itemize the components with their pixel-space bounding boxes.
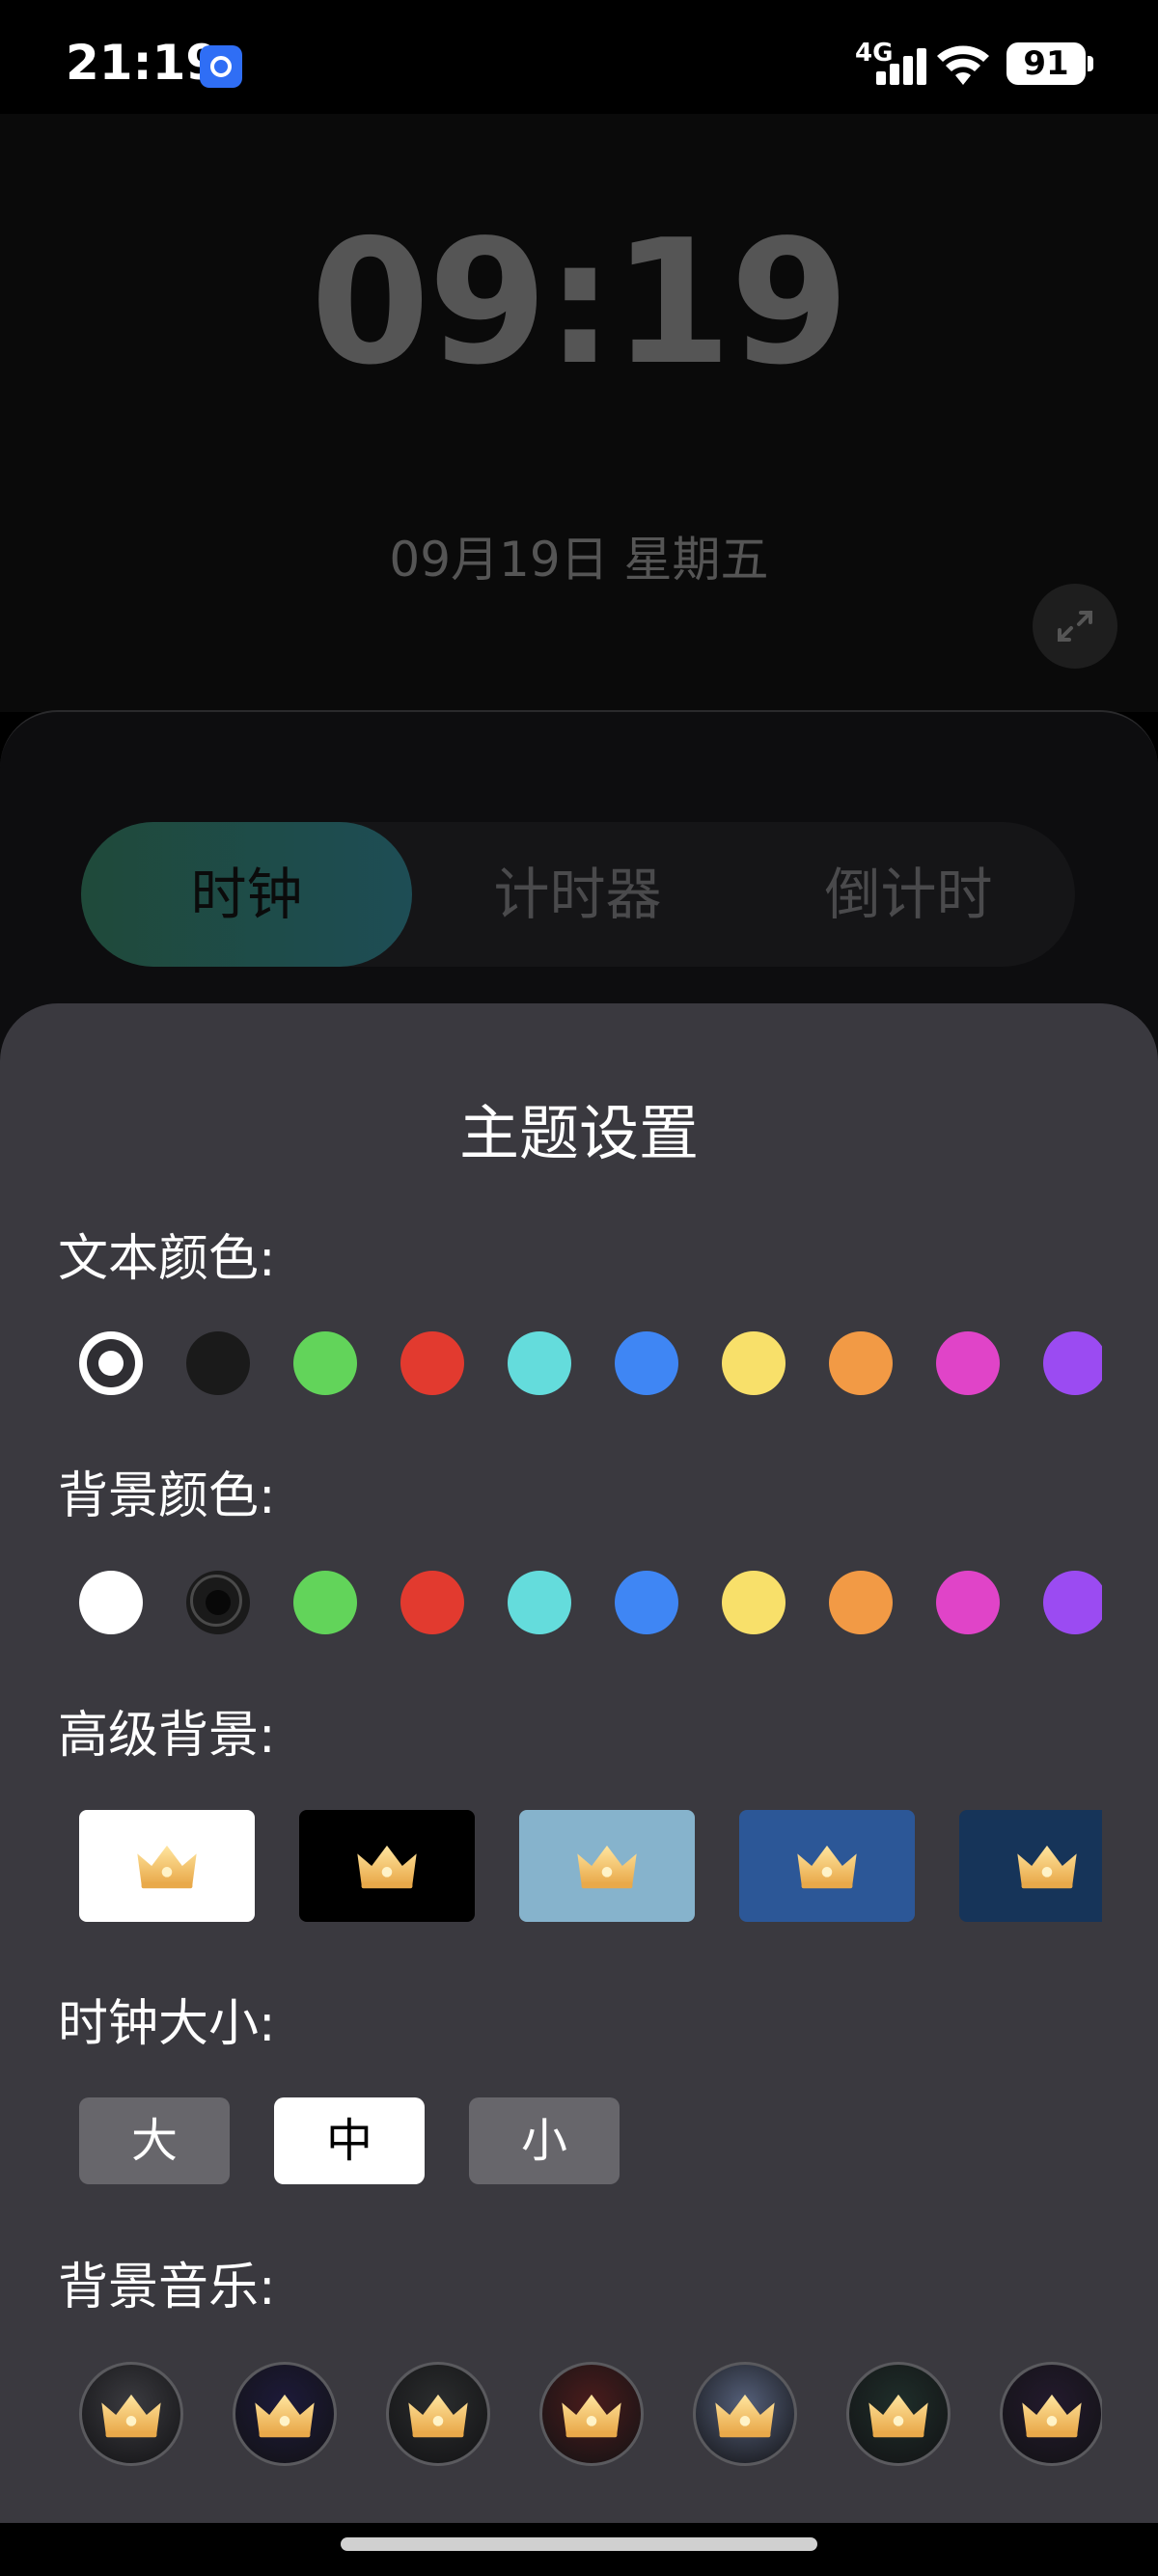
advanced-bg-label: 高级背景: <box>58 1707 276 1765</box>
text-color-label: 文本颜色: <box>58 1230 276 1288</box>
text-color-swatch[interactable] <box>79 1331 143 1395</box>
bg-music-row <box>79 2362 1102 2472</box>
music-track-option[interactable] <box>386 2362 490 2466</box>
status-bar: 21:19 4G 91 <box>0 0 1158 114</box>
crown-icon <box>255 2394 315 2438</box>
bg-color-swatch[interactable] <box>79 1571 143 1634</box>
crown-icon <box>357 1845 417 1889</box>
crown-icon <box>1022 2394 1082 2438</box>
text-color-row <box>79 1331 1102 1397</box>
text-color-swatch[interactable] <box>936 1331 1000 1395</box>
bg-color-swatch[interactable] <box>293 1571 357 1634</box>
size-medium-button[interactable]: 中 <box>274 2097 425 2184</box>
bg-color-swatch[interactable] <box>508 1571 571 1634</box>
advanced-bg-option[interactable] <box>519 1810 695 1922</box>
crown-icon <box>408 2394 468 2438</box>
text-color-swatch[interactable] <box>722 1331 786 1395</box>
crown-icon <box>715 2394 775 2438</box>
tab-clock[interactable]: 时钟 <box>81 822 412 967</box>
text-color-swatch[interactable] <box>293 1331 357 1395</box>
text-color-swatch[interactable] <box>400 1331 464 1395</box>
text-color-swatch[interactable] <box>829 1331 893 1395</box>
bg-music-label: 背景音乐: <box>58 2259 276 2316</box>
crown-icon <box>577 1845 637 1889</box>
mode-tabs: 时钟 计时器 倒计时 <box>81 822 1075 967</box>
clock-size-row: 大 中 小 <box>79 2097 658 2184</box>
expand-icon <box>1058 611 1092 642</box>
text-color-swatch[interactable] <box>1043 1331 1102 1395</box>
bg-color-swatch[interactable] <box>186 1571 250 1634</box>
music-track-option[interactable] <box>846 2362 951 2466</box>
clock-time: 09:19 <box>310 203 850 402</box>
bg-color-swatch[interactable] <box>1043 1571 1102 1634</box>
clock-date: 09月19日 星期五 <box>389 532 769 588</box>
advanced-bg-option[interactable] <box>959 1810 1102 1922</box>
music-track-option[interactable] <box>539 2362 644 2466</box>
tab-countdown[interactable]: 倒计时 <box>743 822 1074 967</box>
advanced-bg-option[interactable] <box>299 1810 475 1922</box>
signal-icon <box>872 46 930 85</box>
size-large-button[interactable]: 大 <box>79 2097 230 2184</box>
clock-size-label: 时钟大小: <box>58 1995 276 2053</box>
crown-icon <box>101 2394 161 2438</box>
music-track-option[interactable] <box>233 2362 337 2466</box>
text-color-swatch[interactable] <box>508 1331 571 1395</box>
advanced-bg-option[interactable] <box>79 1810 255 1922</box>
status-time: 21:19 <box>66 35 220 91</box>
bg-color-swatch[interactable] <box>400 1571 464 1634</box>
music-track-option[interactable] <box>693 2362 797 2466</box>
music-track-option[interactable] <box>1000 2362 1102 2466</box>
bg-color-swatch[interactable] <box>722 1571 786 1634</box>
wifi-icon <box>937 45 989 85</box>
app-notification-icon <box>200 45 242 88</box>
bg-color-label: 背景颜色: <box>58 1467 276 1525</box>
advanced-bg-option[interactable] <box>739 1810 915 1922</box>
music-track-option[interactable] <box>79 2362 183 2466</box>
bg-color-swatch[interactable] <box>829 1571 893 1634</box>
bg-color-swatch[interactable] <box>615 1571 678 1634</box>
battery-tip <box>1088 56 1093 71</box>
battery-indicator: 91 <box>1006 42 1086 85</box>
size-small-button[interactable]: 小 <box>469 2097 620 2184</box>
text-color-swatch[interactable] <box>615 1331 678 1395</box>
sheet-title: 主题设置 <box>458 1098 699 1168</box>
bg-color-row <box>79 1571 1102 1636</box>
crown-icon <box>797 1845 857 1889</box>
tab-timer[interactable]: 计时器 <box>412 822 743 967</box>
crown-icon <box>137 1845 197 1889</box>
bg-color-swatch[interactable] <box>936 1571 1000 1634</box>
advanced-bg-row <box>79 1810 1102 1922</box>
home-indicator[interactable] <box>341 2537 817 2551</box>
crown-icon <box>1017 1845 1077 1889</box>
fullscreen-button[interactable] <box>1033 584 1117 669</box>
crown-icon <box>562 2394 621 2438</box>
text-color-swatch[interactable] <box>186 1331 250 1395</box>
crown-icon <box>868 2394 928 2438</box>
